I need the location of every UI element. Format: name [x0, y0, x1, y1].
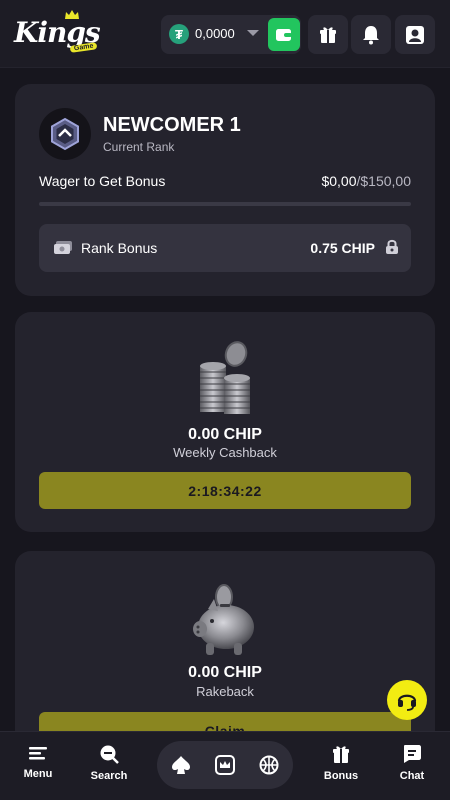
crown-badge-icon	[215, 755, 235, 775]
user-icon	[406, 25, 424, 44]
chat-icon	[404, 745, 421, 763]
wager-value: $0,00/$150,00	[321, 173, 411, 189]
rank-title: NEWCOMER 1	[103, 114, 241, 136]
wager-current: $0,00	[321, 173, 357, 189]
chevron-down-icon	[247, 30, 259, 36]
bottom-navigation: Menu Search Bonus Chat	[0, 731, 450, 800]
cashback-timer-button[interactable]: 2:18:34:22	[39, 472, 411, 509]
tether-icon: ₮	[169, 24, 189, 44]
spade-icon	[172, 756, 190, 774]
rakeback-card: 0.00 CHIP Rakeback Claim	[15, 551, 435, 751]
notifications-button[interactable]	[351, 15, 391, 54]
support-button[interactable]	[387, 680, 427, 720]
nav-search[interactable]: Search	[79, 744, 139, 790]
nav-search-label: Search	[90, 770, 128, 782]
rank-subtitle: Current Rank	[103, 140, 175, 154]
bell-icon	[363, 25, 379, 44]
rank-bonus-row: Rank Bonus 0.75 CHIP	[39, 224, 411, 272]
rakeback-amount: 0.00 CHIP	[188, 664, 262, 681]
nav-bonus[interactable]: Bonus	[311, 744, 371, 790]
balance-amount: 0,0000	[195, 26, 235, 41]
rank-bonus-value: 0.75 CHIP	[310, 240, 375, 256]
sports-tab[interactable]	[258, 754, 280, 776]
cashback-label: Weekly Cashback	[173, 445, 277, 460]
wager-target: /$150,00	[356, 173, 412, 189]
search-icon	[100, 745, 119, 764]
wallet-button[interactable]	[268, 18, 300, 51]
rakeback-label: Rakeback	[196, 684, 254, 699]
wager-label: Wager to Get Bonus	[39, 173, 166, 189]
rank-bonus-label: Rank Bonus	[81, 240, 158, 256]
basketball-icon	[259, 755, 279, 775]
menu-icon	[29, 747, 47, 760]
game-category-switcher	[157, 741, 293, 789]
gift-button[interactable]	[308, 15, 348, 54]
gift-icon	[320, 26, 336, 43]
nav-chat-label: Chat	[399, 770, 425, 782]
coin-stack-icon	[200, 341, 250, 414]
casino-tab[interactable]	[170, 754, 192, 776]
cashback-amount: 0.00 CHIP	[188, 426, 262, 443]
piggy-bank-icon	[193, 584, 254, 655]
rank-emblem-icon	[39, 108, 91, 160]
headset-icon	[397, 694, 417, 711]
weekly-cashback-card: 0.00 CHIP Weekly Cashback 2:18:34:22	[15, 312, 435, 532]
rank-card: NEWCOMER 1 Current Rank Wager to Get Bon…	[15, 84, 435, 296]
profile-button[interactable]	[395, 15, 435, 54]
kings-game-logo[interactable]: Kings Game	[14, 10, 104, 58]
lock-icon	[386, 239, 398, 254]
nav-bonus-label: Bonus	[323, 770, 359, 782]
nav-menu[interactable]: Menu	[8, 744, 68, 790]
nav-menu-label: Menu	[23, 768, 53, 780]
wager-progress-bar	[39, 202, 411, 206]
nav-chat[interactable]: Chat	[382, 744, 442, 790]
wallet-icon	[276, 28, 292, 41]
originals-tab[interactable]	[214, 754, 236, 776]
top-header: Kings Game ₮ 0,0000	[0, 0, 450, 68]
cash-icon	[54, 241, 72, 254]
gift-icon	[333, 746, 349, 763]
